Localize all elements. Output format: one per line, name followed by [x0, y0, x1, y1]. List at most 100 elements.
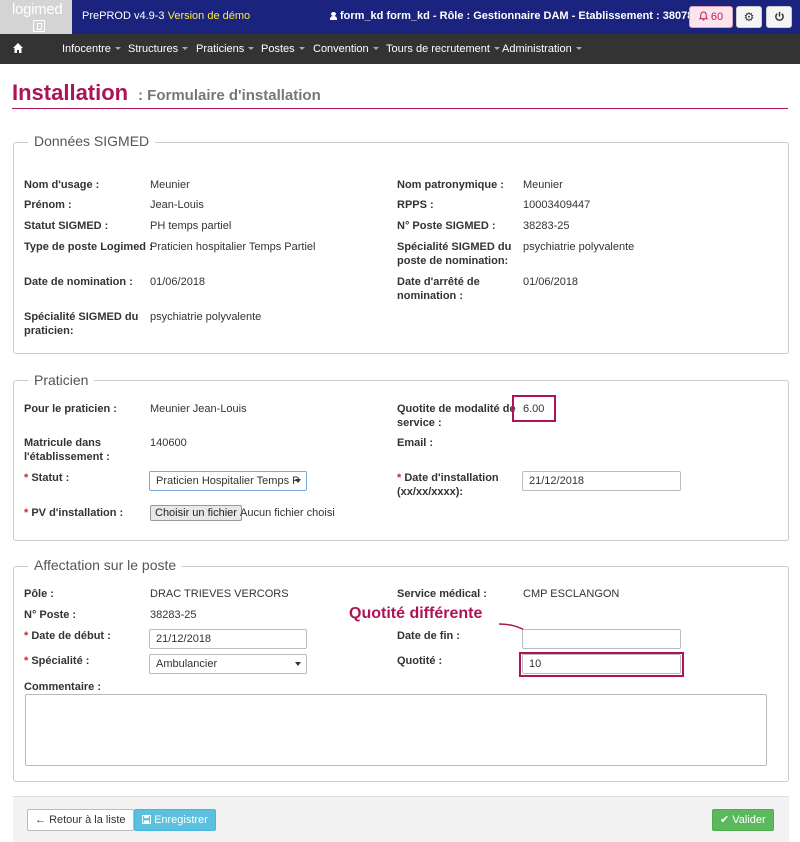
home-icon[interactable] — [12, 42, 24, 54]
arrow-left-icon: ← — [35, 814, 46, 826]
chevron-down-icon — [575, 47, 582, 50]
label-date-installation: * Date d'installation (xx/xx/xxxx): — [397, 471, 499, 499]
label-quotite-modalite: Quotite de modalité de service : — [397, 402, 516, 430]
main-navbar: Infocentre Structures Praticiens Postes … — [0, 34, 800, 64]
environment-label: PrePROD v4.9-3 Version de démo — [82, 10, 250, 22]
save-button[interactable]: Enregistrer — [134, 809, 216, 831]
button-label: Enregistrer — [154, 814, 208, 826]
label-specialite-poste: Spécialité SIGMED du poste de nomination: — [397, 240, 511, 268]
user-info: form_kd form_kd - Rôle : Gestionnaire DA… — [330, 10, 718, 22]
annotation-quotite-differente: Quotité différente — [349, 605, 483, 622]
label-poste-sigmed: N° Poste SIGMED : — [397, 220, 496, 232]
label-line: nomination : — [397, 290, 463, 302]
value-date-nomination: 01/06/2018 — [150, 276, 206, 288]
top-header: logimed PrePROD v4.9-3 Version de démo f… — [0, 0, 800, 34]
value-service-medical: CMP ESCLANGON — [523, 588, 620, 600]
value-matricule: 140600 — [150, 437, 187, 449]
nav-label: Convention — [313, 43, 369, 55]
chevron-down-icon — [298, 47, 305, 50]
choose-file-button[interactable]: Choisir un fichier — [150, 505, 242, 521]
nav-label: Praticiens — [196, 43, 245, 55]
label-email: Email : — [397, 437, 434, 449]
label-text: PV d'installation : — [31, 507, 124, 519]
form-footer: ← Retour à la liste Enregistrer ✔ Valide… — [13, 796, 789, 842]
notifications-button[interactable]: 60 — [689, 6, 733, 28]
logimed-logo[interactable]: logimed — [0, 0, 72, 34]
logo-icon — [33, 20, 45, 32]
environment-version: PrePROD v4.9-3 — [82, 10, 165, 22]
logout-button[interactable] — [766, 6, 792, 28]
nav-label: Postes — [261, 43, 295, 55]
nav-convention[interactable]: Convention — [313, 43, 379, 55]
label-pv-installation: * PV d'installation : — [24, 506, 123, 520]
legend-sigmed: Données SIGMED — [28, 133, 156, 149]
date-debut-input[interactable]: 21/12/2018 — [149, 629, 307, 649]
back-to-list-button[interactable]: ← Retour à la liste — [27, 809, 134, 831]
chevron-down-icon — [493, 47, 500, 50]
page-title: Installation — [12, 80, 129, 105]
user-info-text: form_kd form_kd - Rôle : Gestionnaire DA… — [340, 10, 718, 22]
value-nom-patronymique: Meunier — [523, 179, 563, 191]
value-specialite-poste: psychiatrie polyvalente — [523, 241, 635, 253]
nav-praticiens[interactable]: Praticiens — [196, 43, 255, 55]
nav-administration[interactable]: Administration — [502, 43, 582, 55]
label-text: Statut : — [31, 472, 70, 484]
floppy-disk-icon — [142, 815, 151, 824]
specialite-select[interactable]: Ambulancier — [149, 654, 307, 674]
page-subtitle: : Formulaire d'installation — [138, 87, 321, 104]
nav-label: Administration — [502, 43, 572, 55]
label-numero-poste: N° Poste : — [24, 609, 77, 621]
label-type-poste: Type de poste Logimed : — [24, 241, 153, 253]
value-specialite-praticien: psychiatrie polyvalente — [150, 311, 262, 323]
label-date-debut: * Date de début : — [24, 629, 111, 643]
label-line: Matricule dans — [24, 437, 102, 449]
value-poste-sigmed: 38283-25 — [523, 220, 570, 232]
label-date-fin: Date de fin : — [397, 630, 460, 642]
validate-button[interactable]: ✔ Valider — [712, 809, 774, 831]
nav-label: Infocentre — [62, 43, 111, 55]
value-type-poste: Praticien hospitalier Temps Partiel — [150, 241, 316, 253]
commentaire-textarea[interactable] — [25, 694, 767, 766]
label-specialite: * Spécialité : — [24, 654, 89, 668]
chevron-down-icon — [182, 47, 189, 50]
label-specialite-praticien: Spécialité SIGMED du praticien: — [24, 310, 138, 338]
label-line: poste de nomination: — [397, 255, 509, 267]
title-divider — [12, 108, 788, 109]
value-numero-poste: 38283-25 — [150, 609, 197, 621]
label-statut: * Statut : — [24, 471, 69, 485]
label-line: (xx/xx/xxxx): — [397, 486, 464, 498]
legend-praticien: Praticien — [28, 372, 95, 388]
label-date-nomination: Date de nomination : — [24, 276, 133, 288]
chevron-down-icon — [295, 662, 301, 666]
nav-tours-recrutement[interactable]: Tours de recrutement — [386, 43, 500, 55]
label-line: l'établissement : — [24, 451, 110, 463]
quotite-input[interactable]: 10 — [522, 654, 681, 674]
settings-button[interactable]: ⚙ — [736, 6, 762, 28]
label-pour-praticien: Pour le praticien : — [24, 403, 117, 415]
label-rpps: RPPS : — [397, 199, 434, 211]
nav-label: Structures — [128, 43, 179, 55]
statut-select[interactable]: Praticien Hospitalier Temps P — [149, 471, 307, 491]
date-fin-input[interactable] — [522, 629, 681, 649]
nav-postes[interactable]: Postes — [261, 43, 305, 55]
value-statut-sigmed: PH temps partiel — [150, 220, 232, 232]
label-commentaire: Commentaire : — [24, 681, 102, 693]
label-line: Quotite de modalité de — [397, 403, 516, 415]
nav-structures[interactable]: Structures — [128, 43, 189, 55]
button-label: Retour à la liste — [49, 814, 126, 826]
label-quotite: Quotité : — [397, 655, 443, 667]
nav-infocentre[interactable]: Infocentre — [62, 43, 121, 55]
file-status: Aucun fichier choisi — [240, 507, 335, 519]
label-line: Date d'installation — [404, 472, 499, 484]
label-text: Date de début : — [31, 630, 111, 642]
label-prenom: Prénom : — [24, 199, 72, 211]
label-line: Spécialité SIGMED du — [24, 311, 139, 323]
date-installation-input[interactable]: 21/12/2018 — [522, 471, 681, 491]
logo-text: logimed — [12, 1, 63, 18]
notifications-count: 60 — [710, 11, 724, 23]
check-icon: ✔ — [720, 814, 730, 826]
specialite-selected-value: Ambulancier — [156, 658, 218, 670]
label-line: Date d'arrêté de — [397, 276, 480, 288]
label-line: service : — [397, 417, 442, 429]
value-date-arrete: 01/06/2018 — [523, 276, 579, 288]
